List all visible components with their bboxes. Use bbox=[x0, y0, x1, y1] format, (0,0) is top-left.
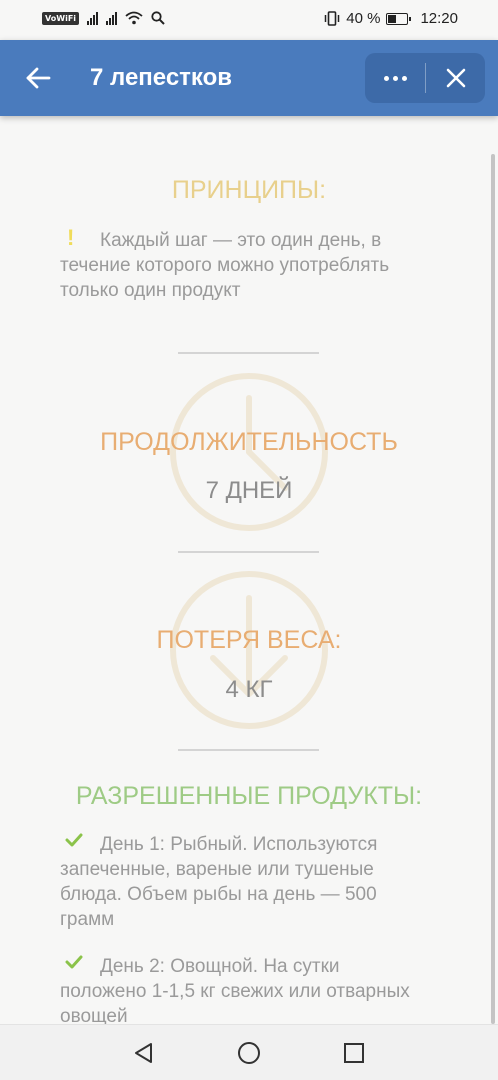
nav-home-button[interactable] bbox=[229, 1035, 269, 1071]
principle-item: ! Каждый шаг — это один день, в течение … bbox=[60, 225, 430, 303]
list-item: День 1: Рыбный. Используются запеченные,… bbox=[60, 832, 430, 932]
status-right: 40 % 12:20 bbox=[324, 10, 458, 27]
close-icon bbox=[446, 68, 465, 88]
close-button[interactable] bbox=[426, 53, 485, 103]
more-button[interactable] bbox=[365, 53, 425, 103]
system-nav-bar bbox=[0, 1024, 498, 1080]
list-item-text: День 1: Рыбный. Используются запеченные,… bbox=[60, 834, 378, 930]
wifi-icon bbox=[125, 11, 143, 25]
more-dots-icon bbox=[383, 75, 389, 81]
back-button[interactable] bbox=[18, 58, 58, 98]
list-item-text: День 2: Овощной. На сутки положено 1-1,5… bbox=[60, 956, 410, 1024]
nav-recent-button[interactable] bbox=[334, 1035, 374, 1071]
check-icon bbox=[65, 955, 83, 969]
vibrate-icon bbox=[325, 11, 340, 26]
nav-back-button[interactable] bbox=[124, 1035, 164, 1071]
mini-app-capsule bbox=[365, 53, 485, 103]
page-title: 7 лепестков bbox=[90, 64, 233, 91]
weight-loss-title: ПОТЕРЯ ВЕСА: bbox=[156, 626, 342, 654]
divider bbox=[178, 749, 319, 751]
status-bar: VoWiFi 40 % 12:20 bbox=[0, 0, 498, 40]
scrollbar[interactable] bbox=[491, 154, 495, 1024]
app-bar: 7 лепестков bbox=[0, 40, 498, 116]
divider bbox=[178, 352, 319, 354]
clock-time: 12:20 bbox=[420, 10, 458, 27]
divider bbox=[178, 551, 319, 553]
duration-value: 7 ДНЕЙ bbox=[205, 477, 293, 504]
allowed-products-title: РАЗРЕШЕННЫЕ ПРОДУКТЫ: bbox=[75, 782, 423, 810]
exclamation-icon: ! bbox=[67, 225, 75, 250]
list-item: День 2: Овощной. На сутки положено 1-1,5… bbox=[60, 954, 430, 1024]
square-recent-icon bbox=[344, 1043, 364, 1063]
duration-title: ПРОДОЛЖИТЕЛЬНОСТЬ bbox=[100, 428, 398, 456]
principles-title: ПРИНЦИПЫ: bbox=[171, 176, 327, 204]
arrow-left-icon bbox=[26, 67, 51, 89]
battery-icon bbox=[386, 12, 412, 25]
search-icon bbox=[151, 11, 165, 25]
signal-icon bbox=[106, 11, 118, 25]
battery-percent: 40 % bbox=[346, 10, 381, 27]
principle-text: Каждый шаг — это один день, в течение ко… bbox=[60, 230, 390, 301]
status-left: VoWiFi bbox=[42, 11, 165, 25]
signal-icon bbox=[87, 11, 99, 25]
weight-loss-value: 4 КГ bbox=[225, 676, 273, 703]
vowifi-badge: VoWiFi bbox=[42, 11, 80, 25]
check-icon bbox=[65, 833, 83, 847]
circle-home-icon bbox=[238, 1042, 260, 1064]
triangle-back-icon bbox=[135, 1043, 152, 1063]
content-area[interactable]: ПРИНЦИПЫ: ! Каждый шаг — это один день, … bbox=[0, 116, 498, 1024]
